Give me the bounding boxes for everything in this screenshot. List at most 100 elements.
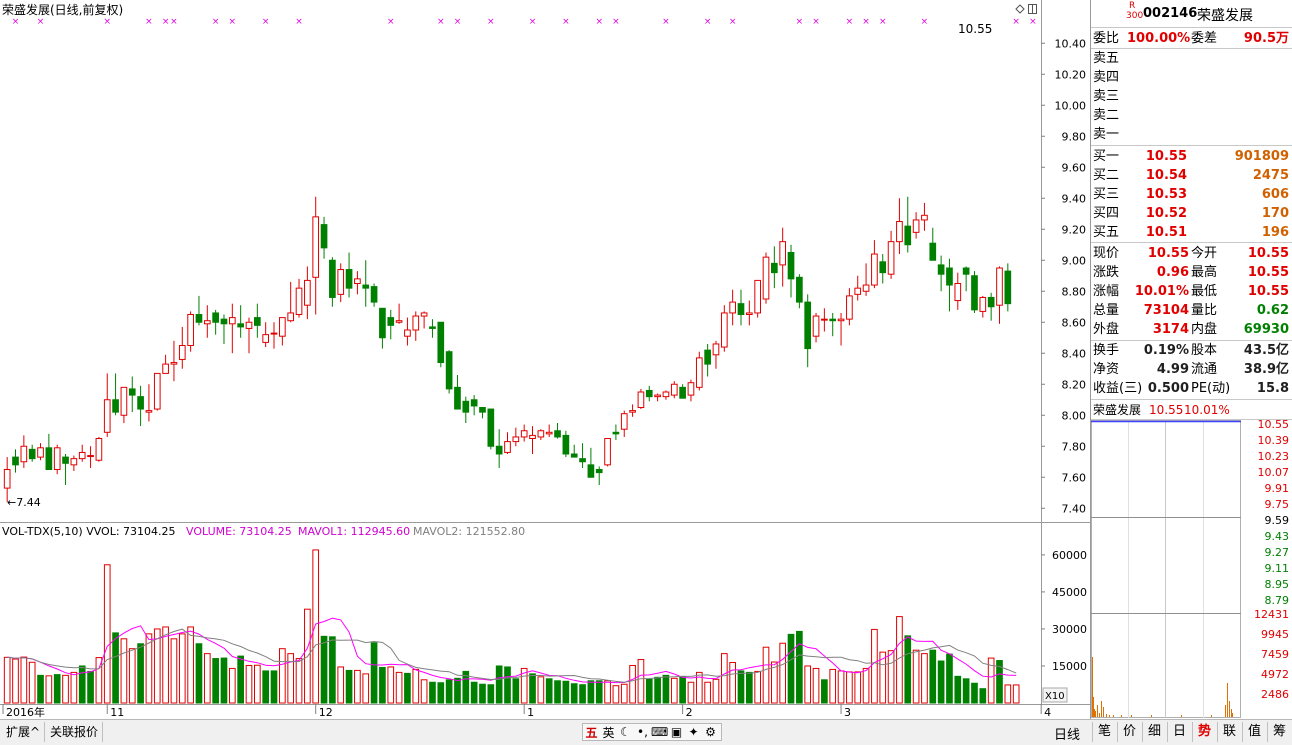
candle [329,257,336,307]
stat-value: 0.62 [1256,303,1289,318]
candle [295,278,303,318]
volume-bar [604,680,611,704]
stock-name: 荣盛发展 [1197,8,1253,24]
candle [595,466,603,485]
volume-bar [946,653,953,704]
expand-tab[interactable]: 扩展^ [2,722,46,742]
stat-value: 10.01% [1134,284,1189,299]
right-tab[interactable]: 筹 [1267,722,1291,742]
volume-bar [720,653,728,704]
vol-unit: X10 [1045,691,1065,702]
candle [412,311,420,341]
candle [212,309,219,335]
candle [195,295,203,326]
ime-english-icon[interactable]: 英 [600,724,617,741]
right-tab[interactable]: 势 [1192,722,1216,742]
candle [203,305,211,338]
candle [754,279,762,318]
vol-tick-label: 30000 [1052,623,1087,636]
ime-tools-icon[interactable]: ✦ [685,725,702,739]
candle [645,385,653,402]
badge-r: R [1129,1,1136,11]
intraday-mini-chart[interactable]: 荣盛发展 10.55 10.01% 10.55 10.39 10.23 10.07 9.… [1091,400,1292,719]
candle [62,454,69,485]
buy-level-volume: 606 [1261,187,1289,202]
right-tab[interactable]: 联 [1217,722,1241,742]
stat-label: 涨幅 [1093,284,1120,299]
right-tab[interactable]: 笔 [1092,722,1116,742]
volume-bar [796,630,803,704]
price-tick-label: 9.20 [1062,223,1087,236]
right-tab[interactable]: 日 [1167,722,1191,742]
volume-bar [412,668,420,704]
related-quotes-tab[interactable]: 关联报价 [46,722,104,742]
mini-price-tick: 9.27 [1265,546,1290,559]
sell-level-label: 卖四 [1093,70,1120,85]
event-marker: × [729,17,737,27]
volume-bar [387,666,395,704]
vol-tick-label: 45000 [1052,586,1087,599]
volume-bar [579,684,586,704]
volume-bar [345,669,353,704]
period-label[interactable]: 日线 [1054,724,1080,743]
volume-bar [637,659,645,704]
buy-level-label: 买五 [1093,225,1120,240]
date-tick-label: 2 [686,706,693,719]
right-tab[interactable]: 值 [1242,722,1266,742]
mini-price-tick: 9.43 [1265,530,1290,543]
volume-bar [320,635,328,704]
volume-bar [937,660,945,704]
volume-bar [645,678,653,704]
ime-wubi-icon[interactable]: 五 [583,724,600,741]
volume-bar [170,638,178,704]
ime-skin-icon[interactable]: ▣ [668,725,685,739]
volume-bar [245,664,253,704]
sell-level-label: 卖三 [1093,89,1120,104]
ime-toolbar[interactable]: 五 英 ☾ •, ⌨ ▣ ✦ ⚙ [582,723,722,741]
right-tab[interactable]: 细 [1142,722,1166,742]
volume-bar [354,669,361,704]
volume-bar [512,678,520,704]
candle [454,374,461,410]
sell-level-label: 卖二 [1093,108,1120,123]
mini-price-tick: 9.75 [1265,498,1290,511]
chart-title: 荣盛发展(日线,前复权) [2,2,123,17]
event-marker: × [612,17,620,27]
buy-level-price: 10.54 [1145,168,1187,183]
app-window: 荣盛发展(日线,前复权) 10.55 ←7.44 VOL-TDX(5,10) V… [0,0,1292,745]
volume-bar [12,658,19,704]
fund-label: 换手 [1093,343,1120,358]
candle [987,292,995,321]
price-tick-label: 7.60 [1062,471,1087,484]
volume-bar [620,683,628,704]
event-marker: × [529,17,537,27]
ime-settings-icon[interactable]: ⚙ [702,725,719,739]
fund-label: 净资 [1093,362,1120,377]
date-tick-label: 3 [844,706,851,719]
volume-bar [212,658,219,704]
stat-value: 10.55 [1247,265,1289,280]
candle [345,252,353,298]
ime-punct-icon[interactable]: •, [634,725,651,739]
candle [954,272,962,310]
top-right-icons[interactable] [1015,4,1037,14]
event-marker: × [1012,17,1020,27]
price-tick-label: 9.80 [1062,130,1087,143]
candle [687,379,695,402]
candle [170,340,178,382]
buy-level-label: 买三 [1093,187,1120,202]
candle [929,227,937,261]
event-marker: × [145,17,153,27]
candle [620,410,628,437]
ime-moon-icon[interactable]: ☾ [617,725,634,739]
ime-keyboard-icon[interactable]: ⌨ [651,725,668,739]
right-tab[interactable]: 价 [1117,722,1141,742]
volume-bar [554,680,561,704]
diamond-icon[interactable] [1015,4,1025,14]
volume-bars [3,549,1020,704]
volume-bar [270,670,278,704]
event-marker: × [812,17,820,27]
kline-chart[interactable]: 荣盛发展(日线,前复权) 10.55 ←7.44 VOL-TDX(5,10) V… [0,0,1091,719]
price-tick-label: 10.20 [1055,68,1087,81]
event-marker: × [921,17,929,27]
